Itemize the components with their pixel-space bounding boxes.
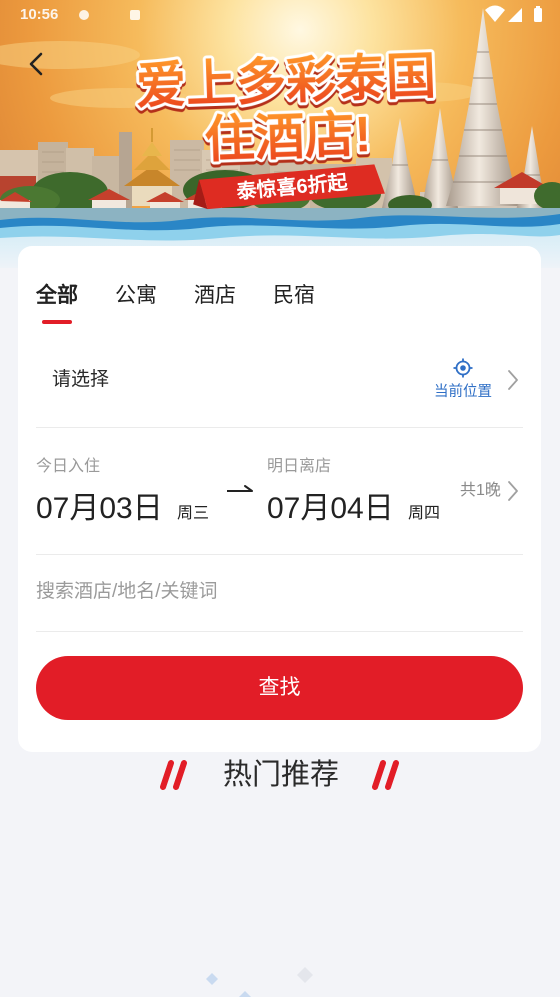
current-location-label: 当前位置 [434,384,492,400]
checkin-date-picker[interactable]: 今日入住 07月03日 周三 [36,446,221,546]
tab-hotel[interactable]: 酒店 [194,276,236,316]
notification-icon [79,10,89,20]
banner-headline-line2: 住酒店! [204,106,373,168]
promo-banner[interactable]: 爱上多彩泰国 住酒店! 泰惊喜6折起 [0,0,560,268]
nights-selector[interactable]: 共1晚 [458,466,528,516]
title-decoration-left [160,760,187,790]
search-button[interactable]: 查找 [36,656,523,720]
tab-apartment[interactable]: 公寓 [115,276,157,316]
keyword-search-input[interactable] [36,571,523,613]
hot-recommend-title: 热门推荐 [222,759,339,791]
arrow-right-icon [227,485,253,492]
checkin-date: 07月03日 [36,492,163,525]
destination-value: 请选择 [52,369,110,390]
tab-all[interactable]: 全部 [36,276,78,324]
wifi-icon [485,5,505,22]
status-icons [79,5,542,22]
destination-select[interactable]: 请选择 当前位置 [18,346,541,416]
title-decoration-right [372,760,399,790]
hotel-search-card: 全部 公寓 酒店 民宿 请选择 当前位置 今日入住 07月03日 周三 明日离店… [18,246,541,752]
banner-headline-line1: 爱上多彩泰国 [135,48,437,114]
status-bar: 10:56 [0,0,560,30]
chevron-right-icon [508,481,518,501]
locate-icon [453,358,473,378]
bottom-decoration [206,967,313,997]
category-tabs: 全部 公寓 酒店 民宿 [36,276,315,324]
current-location-button[interactable]: 当前位置 [428,354,500,412]
signal-icon [508,8,522,22]
checkout-date-picker[interactable]: 明日离店 07月04日 周四 [267,446,452,546]
divider [36,631,523,632]
checkout-weekday: 周四 [408,505,441,522]
tab-homestay[interactable]: 民宿 [273,276,315,316]
battery-icon [534,6,542,22]
checkin-weekday: 周三 [177,505,210,522]
banner-illustration: 爱上多彩泰国 住酒店! 泰惊喜6折起 [0,0,560,268]
chevron-left-icon [29,52,43,76]
nights-count: 共1晚 [460,482,501,499]
divider [36,554,523,555]
checkin-label: 今日入住 [36,458,101,475]
notification-icon [130,10,140,20]
back-button[interactable] [20,48,52,80]
checkout-label: 明日离店 [267,458,332,475]
chevron-right-icon [508,370,518,390]
divider [36,427,523,428]
checkout-date: 07月04日 [267,492,394,525]
